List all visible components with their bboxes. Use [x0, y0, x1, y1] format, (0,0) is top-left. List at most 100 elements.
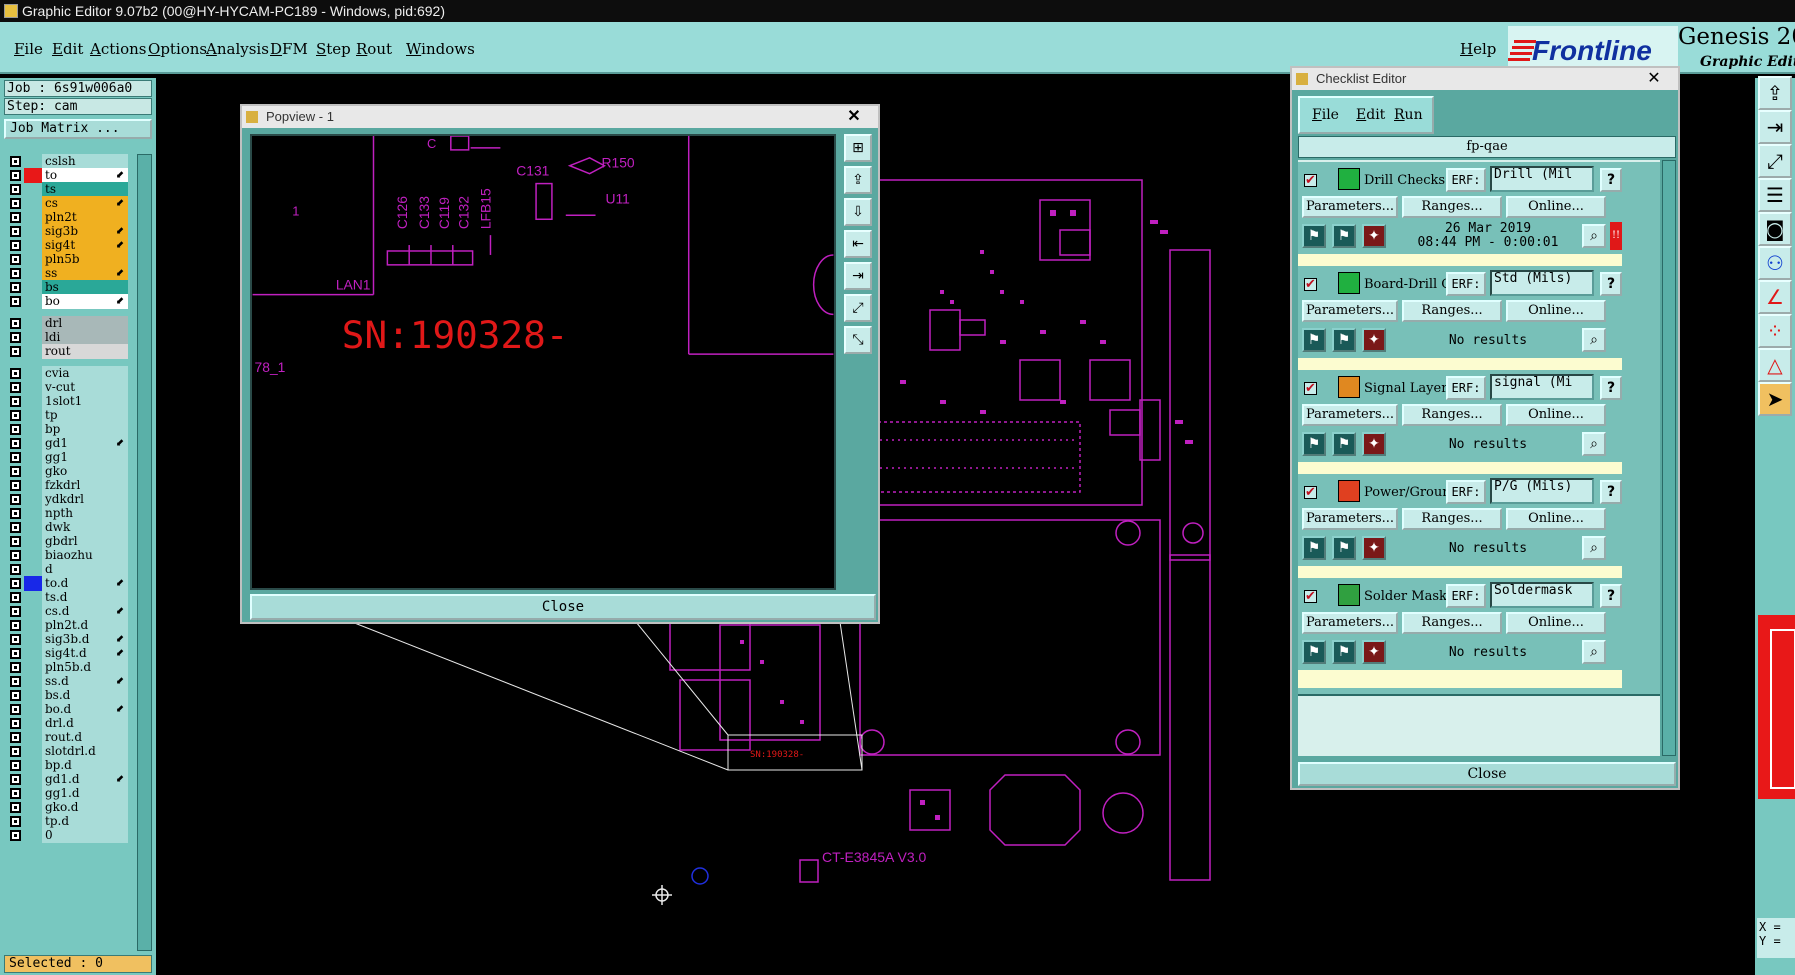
checklist-menu-file[interactable]: File — [1312, 107, 1339, 123]
layer-color-swatch[interactable] — [24, 674, 42, 689]
run-step-icon[interactable]: ⚑ — [1332, 536, 1356, 560]
export-icon[interactable]: ⇪ — [1758, 76, 1792, 110]
layer-color-swatch[interactable] — [24, 316, 42, 331]
layer-color-swatch[interactable] — [24, 154, 42, 169]
layer-checkbox[interactable] — [10, 676, 21, 687]
layer-color-swatch[interactable] — [24, 478, 42, 493]
layer-checkbox[interactable] — [10, 282, 21, 293]
layer-checkbox[interactable] — [10, 424, 21, 435]
stop-check-icon[interactable]: ✦ — [1362, 640, 1386, 664]
run-step-icon[interactable]: ⚑ — [1332, 432, 1356, 456]
layer-row[interactable]: gg1.d — [4, 786, 134, 801]
layer-color-swatch[interactable] — [24, 366, 42, 381]
layer-name[interactable]: gko — [42, 464, 128, 479]
stop-check-icon[interactable]: ✦ — [1362, 536, 1386, 560]
layer-color-swatch[interactable] — [24, 464, 42, 479]
layer-color-swatch[interactable] — [24, 604, 42, 619]
layer-row[interactable]: gbdrl — [4, 534, 134, 549]
layer-name[interactable]: bs — [42, 280, 128, 295]
layer-checkbox[interactable] — [10, 410, 21, 421]
layer-name[interactable]: ldi — [42, 330, 128, 345]
checklist-menu-run[interactable]: Run — [1394, 107, 1423, 123]
erf-label[interactable]: ERF: — [1446, 376, 1486, 400]
check-enabled-checkbox[interactable]: ✔ — [1304, 590, 1317, 603]
help-icon[interactable]: ? — [1600, 168, 1622, 192]
layer-row[interactable]: bo ⬋ — [4, 294, 134, 309]
layer-name[interactable]: fzkdrl — [42, 478, 128, 493]
layer-row[interactable]: sig3b ⬋ — [4, 224, 134, 239]
layer-row[interactable]: ss ⬋ — [4, 266, 134, 281]
check-enabled-checkbox[interactable]: ✔ — [1304, 382, 1317, 395]
menu-windows[interactable]: Windows — [406, 40, 475, 58]
layer-row[interactable]: ts — [4, 182, 134, 197]
menu-actions[interactable]: Actions — [90, 40, 146, 58]
online-button[interactable]: Online... — [1506, 196, 1606, 218]
ranges-button[interactable]: Ranges... — [1402, 508, 1502, 530]
layer-checkbox[interactable] — [10, 318, 21, 329]
layer-color-swatch[interactable] — [24, 380, 42, 395]
layer-checkbox[interactable] — [10, 438, 21, 449]
snapshot-icon[interactable]: ◙ — [1758, 212, 1792, 246]
layer-row[interactable]: ldi — [4, 330, 134, 345]
layer-name[interactable]: cvia — [42, 366, 128, 381]
results-zoom-icon[interactable]: ⌕ — [1582, 640, 1606, 664]
layer-checkbox[interactable] — [10, 382, 21, 393]
ranges-button[interactable]: Ranges... — [1402, 404, 1502, 426]
layer-checkbox[interactable] — [10, 396, 21, 407]
online-button[interactable]: Online... — [1506, 300, 1606, 322]
run-check-icon[interactable]: ⚑ — [1302, 640, 1326, 664]
layer-row[interactable]: gd1 ⬋ — [4, 436, 134, 451]
layer-checkbox[interactable] — [10, 634, 21, 645]
layer-name[interactable]: biaozhu — [42, 548, 128, 563]
network-icon[interactable]: ⚇ — [1758, 246, 1792, 280]
layer-color-swatch[interactable] — [24, 408, 42, 423]
layer-row[interactable]: gd1.d ⬋ — [4, 772, 134, 787]
layer-name[interactable]: pln5b.d — [42, 660, 128, 675]
layer-checkbox[interactable] — [10, 368, 21, 379]
checklist-close-button[interactable]: Close — [1298, 762, 1676, 786]
layer-color-swatch[interactable] — [24, 660, 42, 675]
layer-row[interactable]: v-cut — [4, 380, 134, 395]
erf-label[interactable]: ERF: — [1446, 584, 1486, 608]
ranges-button[interactable]: Ranges... — [1402, 196, 1502, 218]
layer-row[interactable]: npth — [4, 506, 134, 521]
layer-checkbox[interactable] — [10, 346, 21, 357]
layer-color-swatch[interactable] — [24, 210, 42, 225]
run-check-icon[interactable]: ⚑ — [1302, 432, 1326, 456]
pointer-icon[interactable]: ➤ — [1758, 382, 1792, 416]
layer-checkbox[interactable] — [10, 592, 21, 603]
layer-checkbox[interactable] — [10, 156, 21, 167]
popview-left-icon[interactable]: ⇤ — [844, 230, 872, 258]
layer-row[interactable]: pln2t — [4, 210, 134, 225]
menu-rout[interactable]: Rout — [356, 40, 392, 58]
layer-name[interactable]: bp — [42, 422, 128, 437]
layer-color-swatch[interactable] — [24, 562, 42, 577]
layer-name[interactable]: bs.d — [42, 688, 128, 703]
layer-checkbox[interactable] — [10, 802, 21, 813]
layer-row[interactable]: bp — [4, 422, 134, 437]
layer-row[interactable]: bp.d — [4, 758, 134, 773]
layer-row[interactable]: rout — [4, 344, 134, 359]
layer-name[interactable]: pln2t — [42, 210, 128, 225]
layer-checkbox[interactable] — [10, 732, 21, 743]
layer-color-swatch[interactable] — [24, 450, 42, 465]
layer-checkbox[interactable] — [10, 226, 21, 237]
check-enabled-checkbox[interactable]: ✔ — [1304, 174, 1317, 187]
layer-row[interactable]: gko.d — [4, 800, 134, 815]
layer-color-swatch[interactable] — [24, 576, 42, 591]
layer-row[interactable]: 0 — [4, 828, 134, 843]
ranges-button[interactable]: Ranges... — [1402, 612, 1502, 634]
stop-check-icon[interactable]: ✦ — [1362, 432, 1386, 456]
layer-checkbox[interactable] — [10, 606, 21, 617]
menu-step[interactable]: Step — [316, 40, 351, 58]
layer-checkbox[interactable] — [10, 522, 21, 533]
layer-checkbox[interactable] — [10, 746, 21, 757]
layer-checkbox[interactable] — [10, 704, 21, 715]
layer-color-swatch[interactable] — [24, 688, 42, 703]
layer-checkbox[interactable] — [10, 788, 21, 799]
layer-color-swatch[interactable] — [24, 772, 42, 787]
layer-color-swatch[interactable] — [24, 436, 42, 451]
layer-color-swatch[interactable] — [24, 224, 42, 239]
layer-row[interactable]: to ⬋ — [4, 168, 134, 183]
online-button[interactable]: Online... — [1506, 508, 1606, 530]
